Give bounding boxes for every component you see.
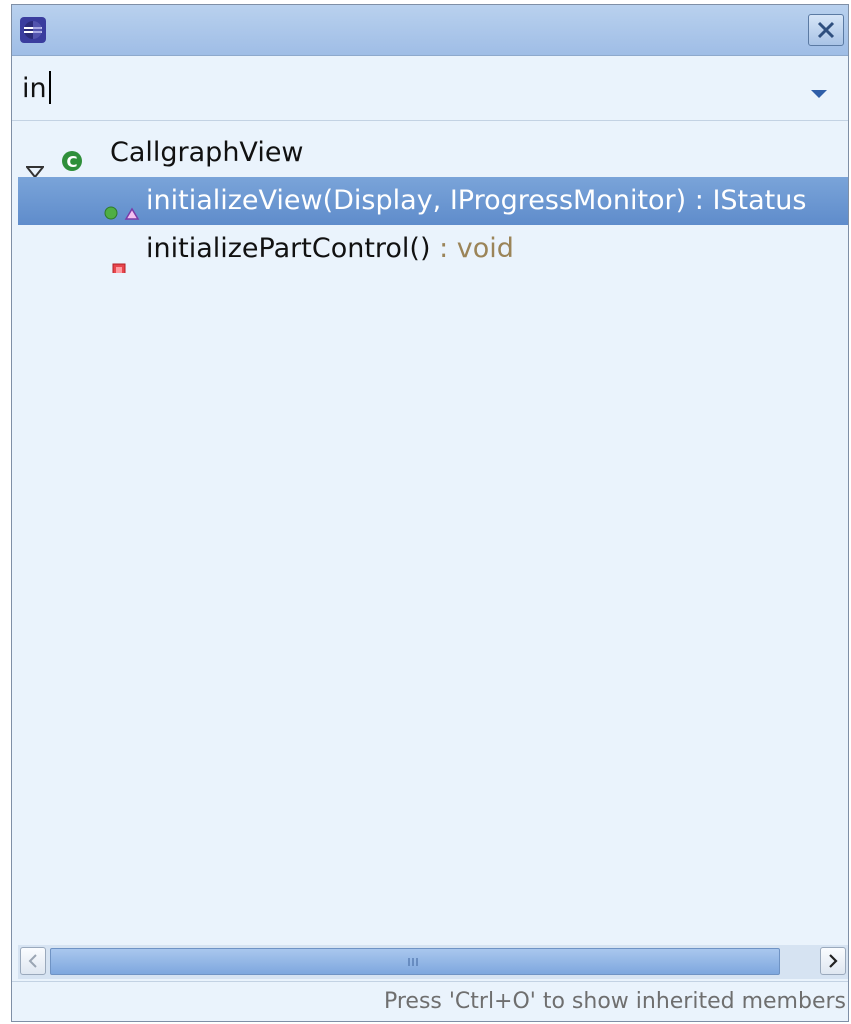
quick-outline-window: C CallgraphView initializeView(Display, … [11, 4, 849, 1022]
horizontal-scrollbar[interactable] [18, 945, 848, 979]
grip-icon [408, 958, 418, 966]
tree-item-class[interactable]: C CallgraphView [18, 129, 848, 177]
text-caret [49, 71, 51, 104]
method-return-type: : IStatus [686, 185, 807, 216]
status-hint: Press 'Ctrl+O' to show inherited members [12, 981, 848, 1021]
close-icon [817, 21, 835, 39]
scroll-thumb[interactable] [50, 948, 780, 975]
svg-text:C: C [66, 153, 77, 171]
filter-row [12, 56, 848, 121]
tree-item-initializePartControl[interactable]: initializePartControl() : void [18, 225, 848, 273]
class-label: CallgraphView [110, 137, 304, 168]
title-bar [12, 5, 848, 56]
method-return-type: : void [430, 233, 514, 264]
scroll-left-button[interactable] [20, 947, 46, 975]
private-method-icon [112, 245, 126, 273]
scroll-right-button[interactable] [820, 947, 846, 975]
close-button[interactable] [808, 14, 844, 46]
method-name: initializeView(Display, IProgressMonitor… [146, 185, 687, 216]
chevron-right-icon [829, 954, 838, 968]
class-icon: C [60, 141, 84, 177]
filter-input[interactable] [22, 68, 782, 108]
dropdown-triangle-icon[interactable] [810, 84, 828, 103]
chevron-left-icon [28, 954, 37, 968]
expand-triangle-icon[interactable] [24, 146, 46, 177]
method-name: initializePartControl() [146, 233, 431, 264]
outline-tree: C CallgraphView initializeView(Display, … [12, 123, 848, 943]
tree-item-initializeView[interactable]: initializeView(Display, IProgressMonitor… [18, 177, 848, 225]
public-method-icon [104, 191, 142, 225]
eclipse-icon [20, 17, 46, 43]
